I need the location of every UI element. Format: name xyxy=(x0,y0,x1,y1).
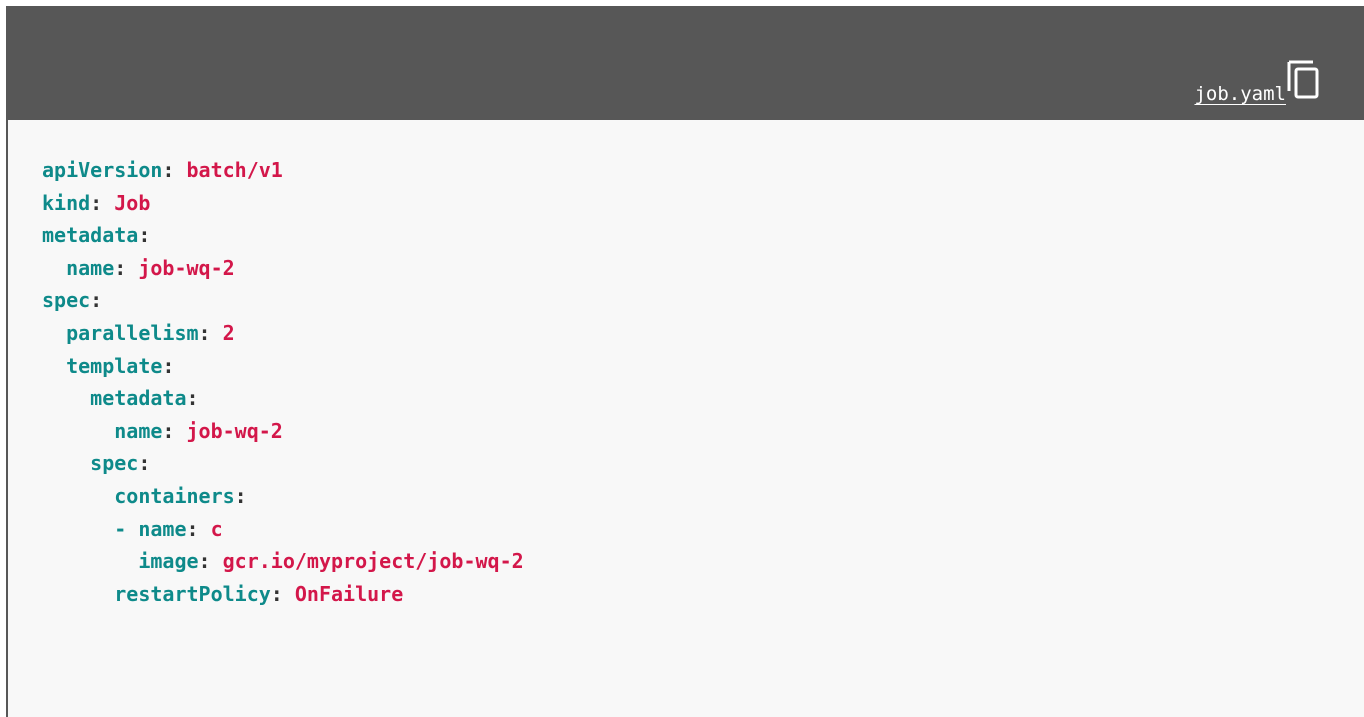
yaml-value: 2 xyxy=(210,320,235,345)
code-line: kind: Job xyxy=(42,187,524,220)
code-line: containers: xyxy=(42,480,524,513)
yaml-key: restartPolicy xyxy=(114,581,271,606)
code-line: apiVersion: batch/v1 xyxy=(42,154,524,187)
filename-link[interactable]: job.yaml xyxy=(1194,83,1286,105)
yaml-value: c xyxy=(198,516,223,541)
code-header: job.yaml xyxy=(8,8,1364,120)
yaml-key: metadata xyxy=(42,223,139,248)
yaml-key: name xyxy=(138,516,187,541)
yaml-colon: : xyxy=(90,288,103,313)
yaml-colon: : xyxy=(186,516,199,541)
code-block: job.yaml apiVersion: batch/v1 kind: Job me… xyxy=(6,6,1364,717)
code-line: name: job-wq-2 xyxy=(42,415,524,448)
yaml-colon: : xyxy=(186,386,199,411)
yaml-key: spec xyxy=(42,288,91,313)
yaml-colon: : xyxy=(162,418,175,443)
yaml-value: OnFailure xyxy=(282,581,404,606)
code-line: metadata: xyxy=(42,219,524,252)
yaml-key: metadata xyxy=(90,386,187,411)
code-line: spec: xyxy=(42,447,524,480)
code-line: parallelism: 2 xyxy=(42,317,524,350)
yaml-key: spec xyxy=(90,451,139,476)
code-line: name: job-wq-2 xyxy=(42,252,524,285)
yaml-colon: : xyxy=(270,581,283,606)
yaml-value: Job xyxy=(102,190,151,215)
yaml-key: image xyxy=(138,549,199,574)
code-line: metadata: xyxy=(42,382,524,415)
yaml-colon: : xyxy=(138,451,151,476)
yaml-value: gcr.io/myproject/job-wq-2 xyxy=(210,549,524,574)
yaml-value: job-wq-2 xyxy=(174,418,283,443)
yaml-key: containers xyxy=(114,483,235,508)
yaml-key: kind xyxy=(42,190,91,215)
yaml-value: batch/v1 xyxy=(174,158,283,182)
yaml-value: job-wq-2 xyxy=(126,255,235,280)
yaml-key: parallelism xyxy=(66,320,199,345)
yaml-colon: : xyxy=(162,158,175,182)
code-content: apiVersion: batch/v1 kind: Job metadata: n… xyxy=(42,154,524,610)
code-line: template: xyxy=(42,350,524,383)
yaml-key: name xyxy=(114,418,163,443)
yaml-key: apiVersion xyxy=(42,158,163,182)
list-dash: - xyxy=(114,516,139,541)
copy-icon[interactable] xyxy=(1286,60,1320,100)
yaml-colon: : xyxy=(198,549,211,574)
code-line: spec: xyxy=(42,284,524,317)
yaml-colon: : xyxy=(162,353,175,378)
yaml-colon: : xyxy=(198,320,211,345)
code-line: image: gcr.io/myproject/job-wq-2 xyxy=(42,545,524,578)
yaml-colon: : xyxy=(234,483,247,508)
yaml-key: template xyxy=(66,353,163,378)
yaml-key: name xyxy=(66,255,115,280)
yaml-colon: : xyxy=(138,223,151,248)
yaml-colon: : xyxy=(114,255,127,280)
yaml-colon: : xyxy=(90,190,103,215)
code-line: - name: c xyxy=(42,513,524,546)
code-line: restartPolicy: OnFailure xyxy=(42,578,524,611)
